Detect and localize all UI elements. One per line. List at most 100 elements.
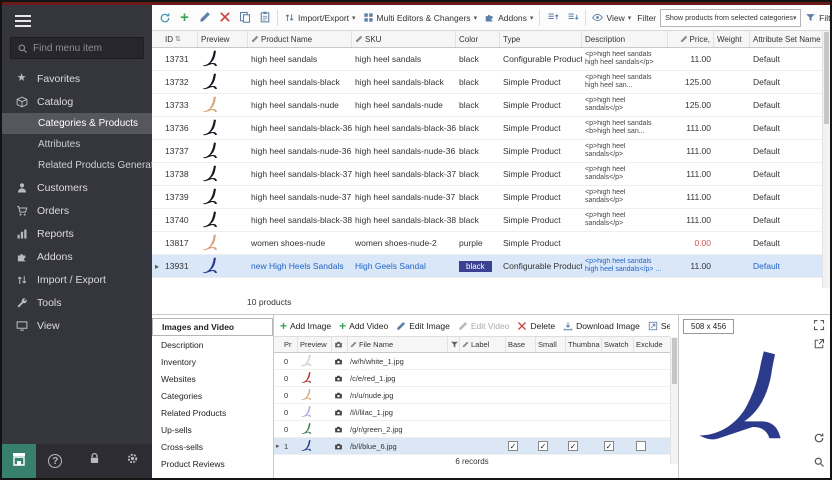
column-header-type[interactable]: Type (500, 31, 582, 47)
product-row-13931[interactable]: ▸13931new High Heels SandalsHigh Geels S… (152, 255, 822, 278)
image-column-header-pos[interactable]: Pr (282, 337, 298, 352)
addons-menu[interactable]: Addons▾ (481, 8, 536, 28)
image-column-header-swatch[interactable]: Swatch (602, 337, 634, 352)
column-header-weight[interactable]: Weight (714, 31, 750, 47)
sidebar-item-orders[interactable]: Orders (2, 199, 152, 222)
image-row-l-i-lilac-1-jpg[interactable]: 0/l/i/lilac_1.jpg (274, 404, 670, 421)
tab-images-and-video[interactable]: Images and Video (152, 318, 273, 336)
edit-video-button[interactable]: Edit Video (458, 321, 510, 331)
sort-asc-button[interactable] (543, 8, 562, 28)
sidebar-item-view[interactable]: View (2, 314, 152, 337)
product-row-13732[interactable]: 13732high heel sandals-blackhigh heel sa… (152, 71, 822, 94)
sidebar-item-tools[interactable]: Tools (2, 291, 152, 314)
image-column-header-filt[interactable] (448, 337, 460, 352)
tab-categories[interactable]: Categories (152, 387, 273, 404)
product-row-13738[interactable]: 13738high heel sandals-black-37high heel… (152, 163, 822, 186)
download-image-button[interactable]: Download Image (563, 321, 640, 331)
edit-product-button[interactable] (195, 8, 214, 28)
product-row-13817[interactable]: 13817women shoes-nudewomen shoes-nude-2p… (152, 232, 822, 255)
delete-product-button[interactable] (215, 8, 234, 28)
sidebar-search[interactable] (10, 37, 144, 59)
product-row-13731[interactable]: 13731high heel sandalshigh heel sandalsb… (152, 48, 822, 71)
product-row-13733[interactable]: 13733high heel sandals-nudehigh heel san… (152, 94, 822, 117)
image-row-w-h-white-1-jpg[interactable]: 0/w/h/white_1.jpg (274, 353, 670, 370)
multi-editors-menu[interactable]: Multi Editors & Changers▾ (360, 8, 481, 28)
import-export-menu[interactable]: Import/Export▾ (281, 8, 359, 28)
delete-button[interactable]: Delete (517, 321, 555, 331)
sidebar-item-attributes[interactable]: Attributes (2, 134, 152, 155)
image-column-header-exclude[interactable]: Exclude (634, 337, 670, 352)
tab-websites[interactable]: Websites (152, 370, 273, 387)
refresh-button[interactable] (155, 8, 174, 28)
store-button[interactable] (2, 444, 36, 478)
column-header-attr[interactable]: Attribute Set Name (750, 31, 822, 47)
refresh-preview-button[interactable] (813, 432, 827, 446)
menu-search-input[interactable] (33, 43, 137, 54)
category-filter-select[interactable]: Show products from selected categories▾ (660, 9, 801, 27)
sidebar-item-catalog[interactable]: Catalog (2, 90, 152, 113)
image-column-header-fname[interactable]: File Name (348, 337, 448, 352)
tab-up-sells[interactable]: Up-sells (152, 421, 273, 438)
image-column-header-base[interactable]: Base (506, 337, 536, 352)
sidebar-item-reports[interactable]: Reports (2, 222, 152, 245)
image-column-header-prev[interactable]: Preview (298, 337, 332, 352)
sidebar-item-customers[interactable]: Customers (2, 176, 152, 199)
menu-toggle-button[interactable] (2, 5, 152, 37)
copy-button[interactable] (235, 8, 254, 28)
add-product-button[interactable]: + (175, 8, 194, 28)
images-scrollbar[interactable] (670, 337, 678, 464)
sort-desc-button[interactable] (563, 8, 582, 28)
product-row-13737[interactable]: 13737high heel sandals-nude-36high heel … (152, 140, 822, 163)
settings-button[interactable] (113, 452, 152, 470)
tab-inventory[interactable]: Inventory (152, 353, 273, 370)
view-menu[interactable]: View▾ (589, 8, 634, 28)
product-row-13739[interactable]: 13739high heel sandals-nude-37high heel … (152, 186, 822, 209)
column-header-prev[interactable]: Preview (198, 31, 248, 47)
shoe-image (201, 72, 221, 92)
sidebar-item-categories-products[interactable]: Categories & Products (2, 113, 152, 134)
product-row-13740[interactable]: 13740high heel sandals-black-38high heel… (152, 209, 822, 232)
zoom-icon[interactable] (813, 456, 827, 470)
add-image-button[interactable]: +Add Image (280, 321, 331, 331)
image-row-c-e-red-1-jpg[interactable]: 0/c/e/red_1.jpg (274, 370, 670, 387)
image-row-n-u-nude-jpg[interactable]: 0/n/u/nude.jpg (274, 387, 670, 404)
swatch-checkbox[interactable] (604, 441, 614, 451)
column-header-id[interactable]: ID⇅ (162, 31, 198, 47)
column-header-price[interactable]: Price, (668, 31, 714, 47)
column-header-color[interactable]: Color (456, 31, 500, 47)
fullscreen-button[interactable] (813, 319, 827, 333)
base-checkbox[interactable] (508, 441, 518, 451)
tab-description[interactable]: Description (152, 336, 273, 353)
image-column-header-cam[interactable] (332, 337, 348, 352)
paste-button[interactable] (255, 8, 274, 28)
grid-scrollbar[interactable] (822, 31, 830, 288)
scrollbar-thumb[interactable] (824, 32, 829, 124)
image-column-header-small[interactable]: Small (536, 337, 566, 352)
sidebar-item-favorites[interactable]: ★Favorites (2, 67, 152, 90)
tab-cross-sells[interactable]: Cross-sells (152, 438, 273, 455)
sidebar-item-addons[interactable]: Addons (2, 245, 152, 268)
sidebar-item-related-products-generator[interactable]: Related Products Generator (2, 155, 152, 176)
column-header-desc[interactable]: Description (582, 31, 668, 47)
image-row-g-r-green-2-jpg[interactable]: 0/g/r/green_2.jpg (274, 421, 670, 438)
help-button[interactable]: ? (36, 454, 75, 468)
image-column-header-thumb[interactable]: Thumbna (566, 337, 602, 352)
thumb-checkbox[interactable] (568, 441, 578, 451)
small-checkbox[interactable] (538, 441, 548, 451)
add-video-button[interactable]: +Add Video (339, 321, 388, 331)
filters-menu[interactable]: Filters▾ (802, 8, 830, 28)
image-column-header-label[interactable]: Label (460, 337, 506, 352)
image-row-b-l-blue-6-jpg[interactable]: ▸1/b/l/blue_6.jpg (274, 438, 670, 455)
tab-related-products[interactable]: Related Products (152, 404, 273, 421)
set-resize-rule-button[interactable]: Set Resize Rule (648, 321, 670, 331)
tab-product-reviews[interactable]: Product Reviews (152, 455, 273, 472)
exclude-checkbox[interactable] (636, 441, 646, 451)
column-header-sku[interactable]: SKU (352, 31, 456, 47)
column-header-name[interactable]: Product Name (248, 31, 352, 47)
open-external-button[interactable] (813, 338, 827, 352)
sidebar-item-import-export[interactable]: Import / Export (2, 268, 152, 291)
product-row-13736[interactable]: 13736high heel sandals-black-36high heel… (152, 117, 822, 140)
scrollbar-thumb[interactable] (672, 338, 677, 384)
edit-image-button[interactable]: Edit Image (396, 321, 450, 331)
lock-button[interactable] (75, 452, 114, 470)
